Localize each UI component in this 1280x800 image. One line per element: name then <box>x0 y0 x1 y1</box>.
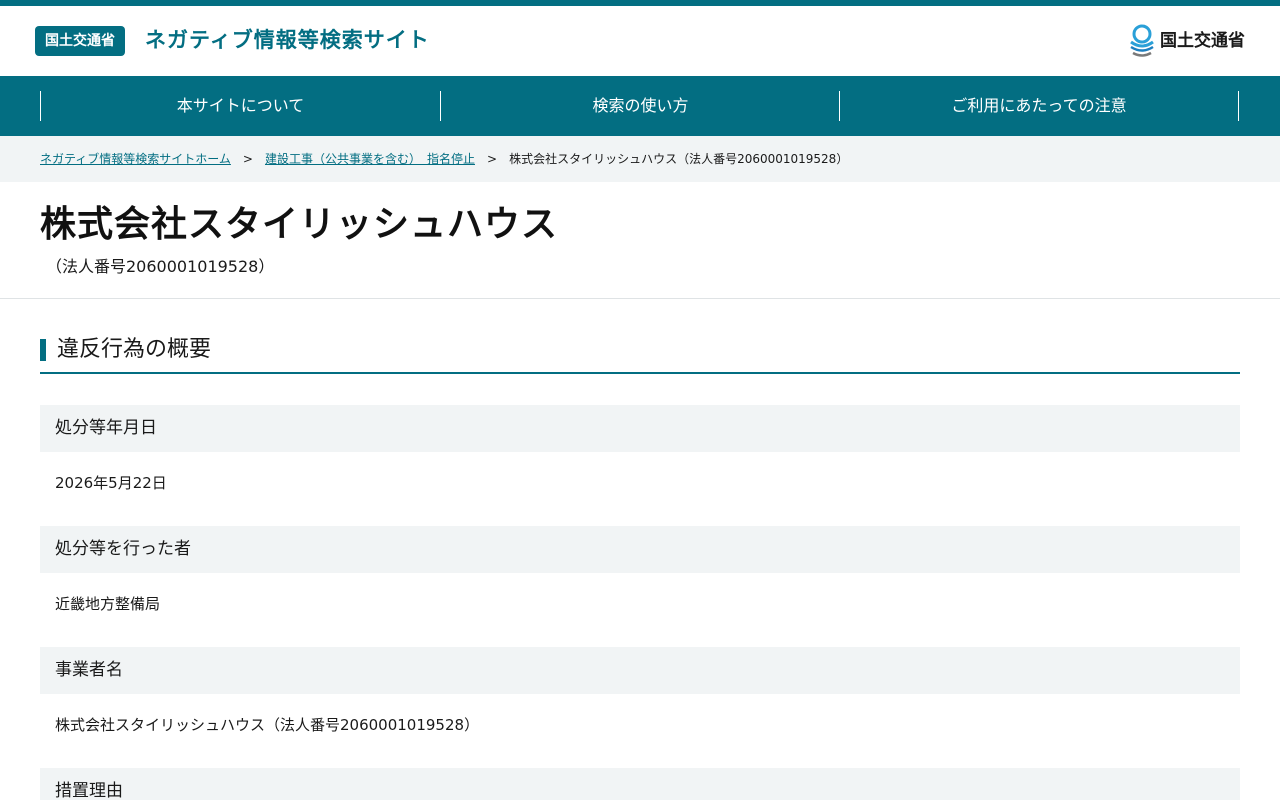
site-header: 国土交通省 ネガティブ情報等検索サイト 国土交通省 <box>0 6 1280 76</box>
detail-value-date: 2026年5月22日 <box>55 474 167 492</box>
detail-value-authority: 近畿地方整備局 <box>55 595 161 613</box>
ministry-logo[interactable]: 国土交通省 <box>1128 24 1245 58</box>
corporate-number: （法人番号2060001019528） <box>46 257 275 276</box>
breadcrumb-separator: > <box>242 152 253 166</box>
detail-value-company: 株式会社スタイリッシュハウス（法人番号2060001019528） <box>55 716 480 734</box>
page-title: 株式会社スタイリッシュハウス <box>40 204 559 245</box>
nav-usage-notes[interactable]: ご利用にあたっての注意 <box>839 91 1239 121</box>
site-title[interactable]: ネガティブ情報等検索サイト <box>145 25 430 55</box>
breadcrumb-home-link[interactable]: ネガティブ情報等検索サイトホーム <box>40 152 231 166</box>
mlit-logo-icon <box>1130 24 1154 57</box>
detail-label-date: 処分等年月日 <box>40 405 1240 452</box>
detail-label-company: 事業者名 <box>40 647 1240 694</box>
breadcrumb: ネガティブ情報等検索サイトホーム > 建設工事（公共事業を含む） 指名停止 > 株式会社… <box>0 136 1280 182</box>
breadcrumb-separator: > <box>487 152 498 166</box>
title-divider <box>0 298 1280 299</box>
section-heading: 違反行為の概要 <box>40 336 1240 374</box>
breadcrumb-current: 株式会社スタイリッシュハウス（法人番号2060001019528） <box>509 152 849 166</box>
global-nav: 本サイトについて 検索の使い方 ご利用にあたっての注意 <box>0 76 1280 136</box>
ministry-badge[interactable]: 国土交通省 <box>35 26 125 56</box>
section-heading-text: 違反行為の概要 <box>57 337 212 362</box>
nav-about-site[interactable]: 本サイトについて <box>40 91 440 121</box>
logo-text: 国土交通省 <box>1160 31 1245 51</box>
detail-label-authority: 処分等を行った者 <box>40 526 1240 573</box>
section-heading-bar <box>40 339 46 361</box>
nav-how-to-search[interactable]: 検索の使い方 <box>440 91 840 121</box>
breadcrumb-category-link[interactable]: 建設工事（公共事業を含む） 指名停止 <box>265 152 475 166</box>
detail-label-reason: 措置理由 <box>40 768 1240 800</box>
